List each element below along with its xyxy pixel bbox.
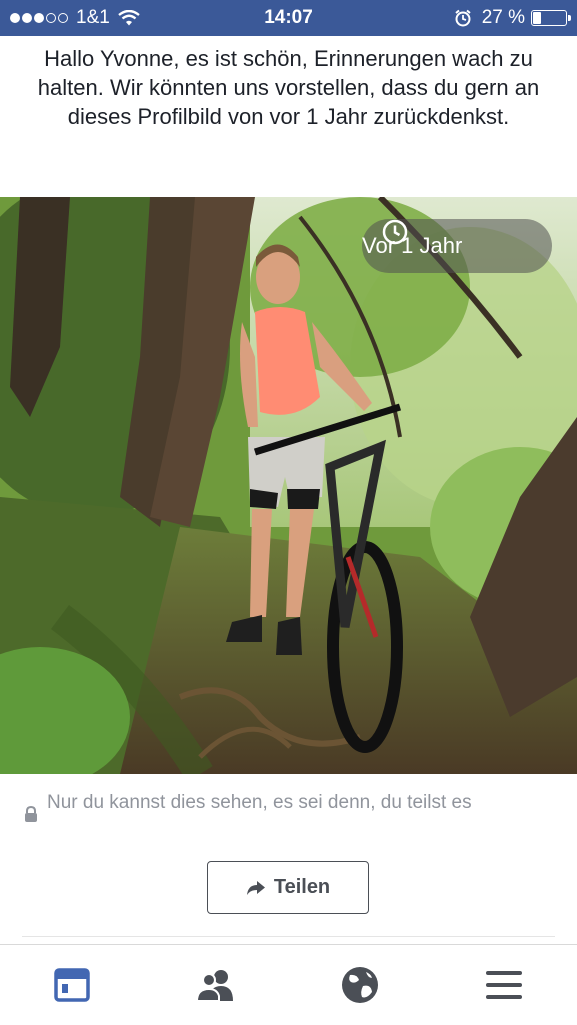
time-badge-label: Vor 1 Jahr	[362, 233, 463, 258]
tab-menu[interactable]	[432, 945, 576, 1025]
tab-notifications[interactable]	[288, 945, 432, 1025]
menu-icon	[486, 971, 522, 999]
alarm-icon	[455, 9, 471, 27]
battery-icon	[531, 10, 571, 26]
status-right: 27 %	[454, 7, 571, 29]
news-feed-icon	[54, 968, 90, 1002]
status-bar: 1&1 14:07 27 %	[0, 0, 577, 36]
tab-friends[interactable]	[144, 945, 288, 1025]
battery-percent: 27 %	[481, 7, 525, 28]
time-badge: Vor 1 Jahr	[362, 219, 552, 273]
tab-news-feed[interactable]	[0, 945, 144, 1025]
bottom-tab-bar	[0, 944, 577, 1025]
privacy-note-text: Nur du kannst dies sehen, es sei denn, d…	[47, 792, 472, 813]
photo-illustration	[0, 197, 577, 774]
share-button-label: Teilen	[273, 876, 331, 898]
profile-photo[interactable]: Vor 1 Jahr	[0, 197, 577, 774]
friends-icon	[195, 970, 233, 1001]
globe-icon	[342, 967, 378, 1003]
share-arrow-icon	[246, 880, 265, 895]
clock-icon	[382, 219, 408, 245]
memory-message: Hallo Yvonne, es ist schön, Erinnerungen…	[37, 46, 540, 129]
lock-icon	[25, 806, 37, 822]
share-button[interactable]: Teilen	[207, 861, 369, 914]
divider	[22, 936, 555, 937]
